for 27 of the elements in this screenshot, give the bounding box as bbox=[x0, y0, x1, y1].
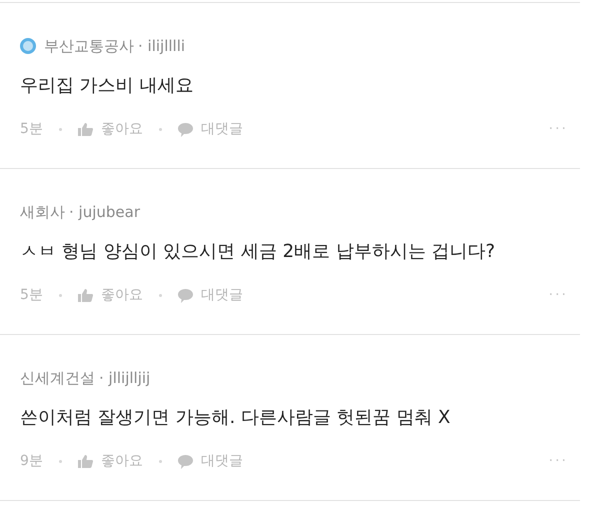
comment-time: 5분 bbox=[20, 120, 43, 139]
more-button[interactable]: ··· bbox=[548, 451, 568, 472]
comment-time: 5분 bbox=[20, 286, 43, 305]
thumbs-up-icon bbox=[78, 123, 93, 136]
speech-bubble-icon bbox=[178, 288, 193, 302]
comment-text: 쓴이처럼 잘생기면 가능해. 다른사람글 헛된꿈 멈춰 X bbox=[20, 406, 452, 430]
username: · jujubear bbox=[69, 202, 140, 223]
company-name: 신세계건설 bbox=[20, 368, 95, 389]
comment-text: ㅅㅂ 형님 양심이 있으시면 세금 2배로 납부하시는 겁니다? bbox=[20, 240, 496, 264]
speech-bubble-icon bbox=[178, 122, 193, 136]
reply-button[interactable]: 대댓글 bbox=[178, 119, 243, 140]
like-button[interactable]: 좋아요 bbox=[78, 119, 143, 140]
thumbs-up-icon bbox=[78, 289, 93, 302]
like-button[interactable]: 좋아요 bbox=[78, 285, 143, 306]
comment-time: 9분 bbox=[20, 452, 43, 471]
comment-text: 우리집 가스비 내세요 bbox=[20, 74, 194, 98]
more-button[interactable]: ··· bbox=[548, 119, 568, 140]
username: · jllijlljij bbox=[99, 368, 150, 389]
more-button[interactable]: ··· bbox=[548, 285, 568, 306]
username: · ilijlllli bbox=[138, 36, 186, 57]
thumbs-up-icon bbox=[78, 455, 93, 468]
company-name: 부산교통공사 bbox=[44, 36, 134, 57]
company-name: 새회사 bbox=[20, 202, 65, 223]
reply-button[interactable]: 대댓글 bbox=[178, 451, 243, 472]
speech-bubble-icon bbox=[178, 454, 193, 468]
like-button[interactable]: 좋아요 bbox=[78, 451, 143, 472]
reply-button[interactable]: 대댓글 bbox=[178, 285, 243, 306]
